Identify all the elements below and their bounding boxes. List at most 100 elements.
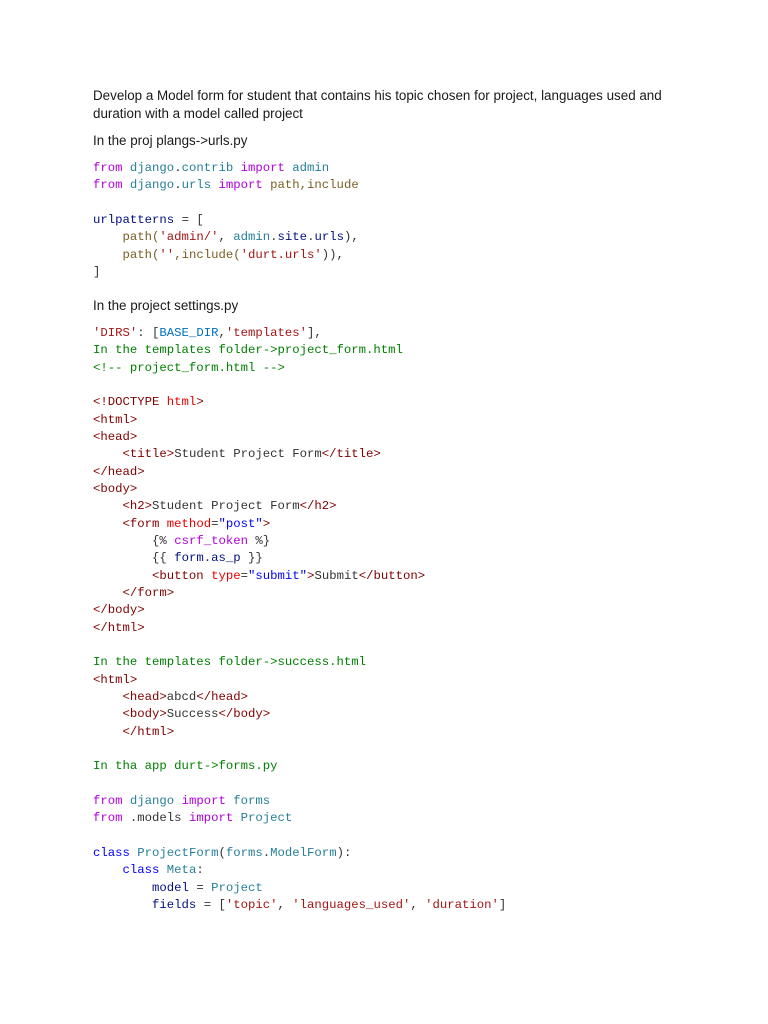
code-token: class bbox=[93, 863, 160, 878]
code-token: Meta bbox=[159, 863, 197, 878]
code-token: <h2> bbox=[93, 499, 153, 514]
code-token: . bbox=[203, 551, 212, 566]
code-token: "submit" bbox=[248, 568, 308, 583]
code-token: <form bbox=[93, 516, 167, 531]
code-token: model bbox=[93, 880, 189, 895]
code-token: from bbox=[93, 161, 123, 175]
code-token: Success bbox=[166, 707, 219, 722]
code-token: path( bbox=[93, 230, 160, 245]
code-token: class bbox=[93, 845, 130, 860]
code-token: Student Project Form bbox=[152, 499, 300, 514]
code-token: . bbox=[174, 178, 182, 193]
code-token: 'languages_used' bbox=[292, 897, 411, 912]
code-token: admin bbox=[284, 161, 330, 175]
code-token: Project bbox=[233, 811, 293, 826]
code-token: Project bbox=[211, 880, 263, 895]
code-token: form bbox=[174, 551, 204, 566]
code-token: urls bbox=[181, 178, 212, 193]
code-token: <button bbox=[93, 568, 212, 583]
code-line: In the templates folder->project_form.ht… bbox=[93, 342, 506, 359]
code-token: )), bbox=[321, 247, 344, 262]
code-token: ), bbox=[343, 230, 359, 245]
code-token: </body> bbox=[218, 707, 271, 722]
code-token: ] bbox=[498, 897, 507, 912]
code-block-urls: from django. contrib import admin from dja… bbox=[93, 160, 359, 281]
code-token: method bbox=[166, 516, 212, 531]
code-token: , bbox=[410, 897, 426, 912]
code-token: <head> bbox=[93, 429, 138, 444]
code-token: ,include( bbox=[174, 247, 241, 262]
code-token: from bbox=[93, 811, 123, 826]
code-line: </body> bbox=[93, 602, 506, 619]
intro-paragraph: Develop a Model form for student that co… bbox=[93, 88, 662, 121]
code-token: 'admin/' bbox=[159, 230, 219, 245]
code-token: </head> bbox=[196, 689, 248, 704]
code-token: abcd bbox=[166, 689, 197, 704]
code-token: </body> bbox=[93, 603, 145, 618]
settings-heading: In the project settings.py bbox=[93, 298, 239, 313]
code-line: from .models import Project bbox=[93, 810, 506, 827]
code-line: <html> bbox=[93, 672, 506, 689]
code-token: forms bbox=[225, 845, 263, 860]
code-line: class Meta: bbox=[93, 862, 506, 879]
code-token: </head> bbox=[93, 464, 145, 479]
code-line: path('',include('durt.urls')), bbox=[93, 247, 359, 264]
code-line: <!DOCTYPE html> bbox=[93, 394, 506, 411]
code-token: <html> bbox=[93, 412, 138, 427]
code-line: <!-- project_form.html --> bbox=[93, 360, 506, 377]
code-line: <form method="post"> bbox=[93, 516, 506, 533]
code-token: .models bbox=[122, 811, 182, 826]
code-token: csrf_token bbox=[174, 533, 248, 548]
code-token: from bbox=[93, 793, 123, 808]
code-token: In tha app durt->forms.py bbox=[93, 759, 278, 774]
code-line: <body> bbox=[93, 481, 506, 498]
code-token: "post" bbox=[218, 516, 263, 531]
code-line: <head>abcd</head> bbox=[93, 689, 506, 706]
code-block-settings-templates-forms: 'DIRS': [BASE_DIR,'templates'], In the te… bbox=[93, 325, 506, 914]
code-token: </html> bbox=[93, 620, 145, 635]
code-token: urlpatterns bbox=[93, 212, 175, 227]
code-token: import bbox=[233, 161, 285, 175]
code-token: ProjectForm bbox=[129, 845, 219, 860]
code-token: <body> bbox=[93, 481, 138, 496]
code-token: '' bbox=[159, 247, 175, 262]
code-token: = [ bbox=[196, 897, 226, 912]
code-line: <head> bbox=[93, 429, 506, 446]
code-token: ], bbox=[307, 326, 322, 340]
code-line: <h2>Student Project Form</h2> bbox=[93, 498, 506, 515]
code-token: %} bbox=[247, 533, 271, 548]
code-token: django bbox=[122, 178, 175, 193]
code-token: 'durt.urls' bbox=[240, 247, 322, 262]
code-line: from django.urls import path,include bbox=[93, 177, 359, 194]
code-line: path('admin/', admin.site.urls), bbox=[93, 229, 359, 246]
code-token: 'templates' bbox=[225, 326, 308, 340]
code-token: as_p bbox=[211, 551, 241, 566]
code-token: , bbox=[218, 230, 234, 245]
code-token: <!-- project_form.html --> bbox=[93, 360, 285, 375]
code-token: type bbox=[211, 568, 241, 583]
code-token: = bbox=[188, 880, 212, 895]
code-token: : [ bbox=[137, 326, 160, 340]
code-token: . bbox=[270, 230, 278, 245]
code-token: <html> bbox=[93, 672, 138, 687]
code-line: In the templates folder->success.html bbox=[93, 654, 506, 671]
code-token: <body> bbox=[93, 707, 167, 722]
code-token: > bbox=[262, 516, 271, 531]
code-line: <body>Success</body> bbox=[93, 706, 506, 723]
code-token: <head> bbox=[93, 689, 167, 704]
code-token: </h2> bbox=[299, 499, 337, 514]
code-token: contrib bbox=[181, 161, 234, 175]
code-token: forms bbox=[225, 793, 271, 808]
code-token: ] bbox=[93, 264, 101, 279]
code-line: from django import forms bbox=[93, 793, 506, 810]
code-token: </title> bbox=[321, 447, 381, 462]
code-token: site bbox=[277, 230, 308, 245]
code-token: urls bbox=[314, 230, 344, 245]
code-token: = [ bbox=[174, 212, 204, 227]
code-token: ModelForm bbox=[270, 845, 337, 860]
code-token: In the templates folder->success.html bbox=[93, 655, 367, 670]
code-token: <title> bbox=[93, 447, 175, 462]
code-token: import bbox=[211, 178, 263, 193]
